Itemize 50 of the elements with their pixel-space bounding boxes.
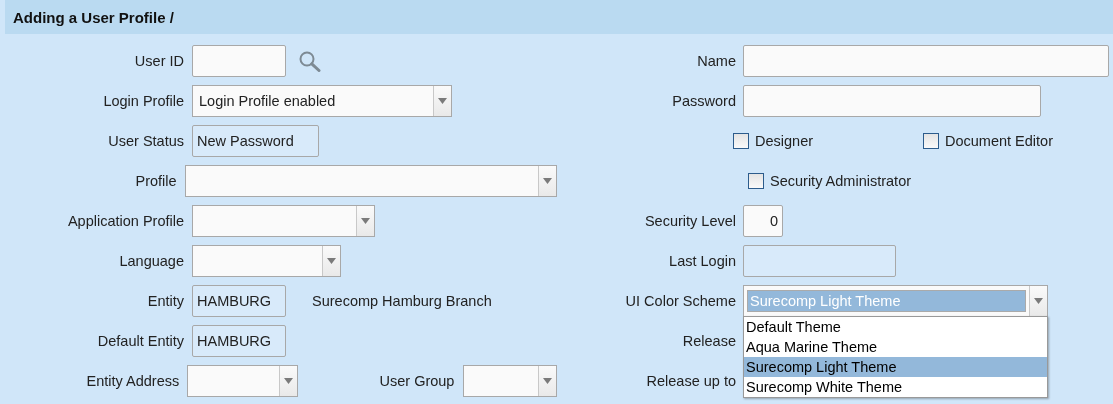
field-label: Login Profile xyxy=(102,93,184,109)
text-field[interactable]: 0 xyxy=(743,205,783,237)
checkbox[interactable] xyxy=(733,133,749,149)
text-field[interactable] xyxy=(743,45,1109,77)
field-label: User Group xyxy=(378,373,455,389)
field-label: Security Level xyxy=(643,213,736,229)
field-label: User ID xyxy=(133,53,184,69)
field-label: Entity Address xyxy=(85,373,180,389)
dropdown[interactable] xyxy=(187,365,299,397)
field-label: User Status xyxy=(107,133,184,149)
field-label: Profile xyxy=(134,173,177,189)
checkbox-label: Designer xyxy=(755,133,814,149)
caret-down-icon xyxy=(284,378,294,384)
caret-down-icon xyxy=(1034,298,1043,304)
field-label: Language xyxy=(118,253,184,269)
field-label: Password xyxy=(671,93,736,109)
dropdown[interactable]: Login Profile enabled xyxy=(192,85,452,117)
caret-down-icon xyxy=(543,378,552,384)
field-label: Name xyxy=(696,53,736,69)
caret-down-icon xyxy=(543,178,552,184)
text-field[interactable] xyxy=(192,45,286,77)
page-title: Adding a User Profile / xyxy=(13,8,174,26)
field-label: Default Entity xyxy=(96,333,184,349)
checkbox-label: Document Editor xyxy=(945,133,1053,149)
dropdown-option[interactable]: Aqua Marine Theme xyxy=(744,337,1047,357)
checkbox[interactable] xyxy=(923,133,939,149)
dropdown[interactable] xyxy=(192,205,375,237)
field-label: Release up to xyxy=(645,373,736,389)
dropdown[interactable] xyxy=(463,365,557,397)
dropdown[interactable] xyxy=(192,245,341,277)
checkbox-label: Security Administrator xyxy=(770,173,912,189)
dropdown-option[interactable]: Default Theme xyxy=(744,317,1047,337)
caret-down-icon xyxy=(438,98,447,104)
search-icon[interactable] xyxy=(298,50,322,72)
field-label: Release xyxy=(681,333,736,349)
dropdown-option[interactable]: Surecomp White Theme xyxy=(744,377,1047,397)
read-only-field: New Password xyxy=(192,125,319,157)
checkbox[interactable] xyxy=(748,173,764,189)
text-field[interactable] xyxy=(743,85,1041,117)
read-only-field: HAMBURG xyxy=(192,285,286,317)
dropdown-option[interactable]: Surecomp Light Theme xyxy=(744,357,1047,377)
caret-down-icon xyxy=(327,258,336,264)
field-label: UI Color Scheme xyxy=(624,293,736,309)
dropdown[interactable] xyxy=(184,165,557,197)
entity-description: Surecomp Hamburg Branch xyxy=(312,293,492,309)
field-label: Last Login xyxy=(668,253,736,269)
field-label: Entity xyxy=(146,293,184,309)
read-only-field: HAMBURG xyxy=(192,325,286,357)
caret-down-icon xyxy=(361,218,370,224)
field-label: Application Profile xyxy=(66,213,184,229)
